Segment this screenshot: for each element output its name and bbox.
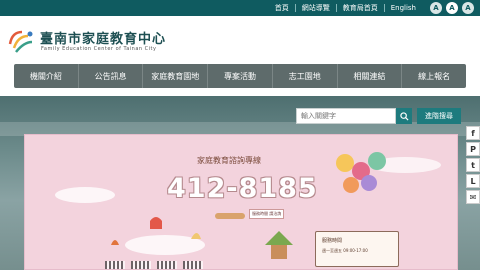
logo-icon[interactable]: [6, 26, 36, 56]
twitter-icon[interactable]: t: [466, 158, 480, 172]
hotline-number: 412-8185: [167, 173, 318, 204]
qr-code: [157, 261, 177, 269]
email-icon[interactable]: ✉: [466, 190, 480, 204]
utility-bar: 首頁 網站導覽 教育局首頁 English A A A: [0, 0, 480, 16]
site-header: 臺南市家庭教育中心 Family Education Center of Tai…: [0, 16, 480, 64]
hotline-banner[interactable]: 家庭教育諮詢專線 412-8185 服務時間 請洽詢 服務時間 週一至週五 09…: [24, 134, 458, 270]
font-size-small-button[interactable]: A: [430, 2, 442, 14]
nav-item-registration[interactable]: 線上報名: [401, 64, 466, 88]
home-link[interactable]: 首頁: [269, 4, 295, 12]
font-size-large-button[interactable]: A: [462, 2, 474, 14]
nav-item-about[interactable]: 機關介紹: [14, 64, 78, 88]
line-icon[interactable]: L: [466, 174, 480, 188]
nav-item-announcements[interactable]: 公告訊息: [77, 64, 143, 88]
qr-code: [183, 261, 203, 269]
qr-code: [105, 261, 125, 269]
advanced-search-button[interactable]: 進階搜尋: [417, 108, 461, 124]
board-title: 服務時間: [322, 238, 343, 244]
utility-links: 首頁 網站導覽 教育局首頁 English: [269, 0, 422, 16]
search-button[interactable]: [396, 108, 412, 124]
nav-item-links[interactable]: 相關連結: [336, 64, 402, 88]
search-icon: [399, 111, 409, 121]
nav-item-family-education[interactable]: 家庭教育園地: [142, 64, 207, 88]
banner-title: 家庭教育諮詢專線: [197, 156, 261, 165]
service-hours-note: 服務時間 請洽詢: [249, 209, 285, 219]
education-bureau-link[interactable]: 教育局首頁: [335, 4, 384, 12]
nav-item-projects[interactable]: 專案活動: [207, 64, 272, 88]
sitemap-link[interactable]: 網站導覽: [294, 4, 336, 12]
nav-item-volunteers[interactable]: 志工園地: [271, 64, 337, 88]
search-input[interactable]: [296, 108, 396, 124]
font-size-controls: A A A: [430, 2, 474, 14]
english-link[interactable]: English: [383, 4, 422, 12]
facebook-icon[interactable]: f: [466, 126, 480, 140]
font-size-medium-button[interactable]: A: [446, 2, 458, 14]
site-subtitle: Family Education Center of Tainan City: [41, 46, 157, 52]
main-nav: 機關介紹 公告訊息 家庭教育園地 專案活動 志工園地 相關連結 線上報名: [14, 64, 466, 88]
service-board: 服務時間 週一至週五 09:00-17:00: [315, 231, 399, 267]
social-share-bar: f P t L ✉: [466, 126, 480, 204]
qr-code: [131, 261, 151, 269]
board-line: 週一至週五 09:00-17:00: [322, 248, 368, 253]
site-title[interactable]: 臺南市家庭教育中心: [40, 28, 166, 47]
plurk-icon[interactable]: P: [466, 142, 480, 156]
